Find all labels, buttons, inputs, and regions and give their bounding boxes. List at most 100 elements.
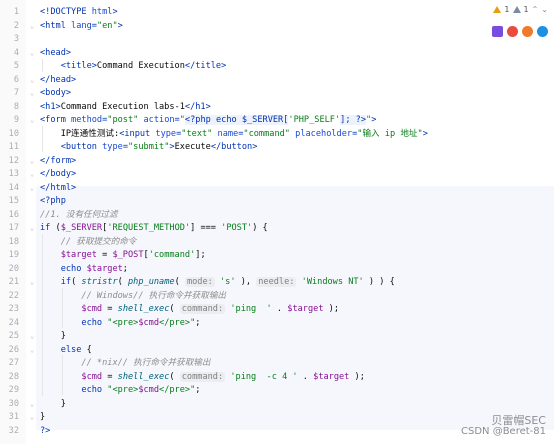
line-number: 5 bbox=[13, 61, 19, 71]
code-line[interactable]: 29 echo "<pre>$cmd</pre>"; bbox=[0, 384, 554, 398]
code-line[interactable]: 6 ⌄ </head> bbox=[0, 74, 554, 88]
code-token: method bbox=[71, 115, 103, 125]
code-token: else bbox=[60, 344, 82, 355]
code-line[interactable]: 18 // 获取提交的命令 bbox=[0, 236, 554, 250]
line-number: 13 bbox=[8, 169, 19, 179]
code-line[interactable]: 7 ⌄ <body> bbox=[0, 87, 554, 101]
fold-marker-icon[interactable]: ⌄ bbox=[30, 398, 34, 412]
line-number: 19 bbox=[8, 250, 19, 260]
fold-marker-icon[interactable]: ⌄ bbox=[30, 330, 34, 344]
code-token: } bbox=[40, 331, 66, 341]
fold-marker-icon[interactable]: ⌄ bbox=[30, 74, 34, 88]
code-line[interactable]: 13 ⌄ </body> bbox=[0, 168, 554, 182]
fold-marker-icon[interactable]: ⌄ bbox=[30, 276, 34, 290]
code-line[interactable]: 23 $cmd = shell_exec( command: 'ping ' .… bbox=[0, 303, 554, 317]
code-line[interactable]: 27 // *nix// 执行命令并获取输出 bbox=[0, 357, 554, 371]
code-text: } bbox=[40, 411, 45, 425]
code-text: </form> bbox=[40, 155, 76, 169]
code-token: <head> bbox=[40, 47, 72, 58]
code-text: if ($_SERVER['REQUEST_METHOD'] === 'POST… bbox=[40, 222, 268, 236]
code-token: command: bbox=[179, 371, 226, 382]
code-text: echo $target; bbox=[40, 263, 128, 277]
fold-marker-icon[interactable]: ⌄ bbox=[30, 168, 34, 182]
fold-marker-icon[interactable]: ⌄ bbox=[30, 222, 34, 236]
code-token: $cmd bbox=[81, 371, 103, 382]
code-token: ; bbox=[195, 385, 201, 395]
code-token: mode: bbox=[184, 277, 215, 287]
code-token: ?> bbox=[40, 425, 51, 436]
code-line[interactable]: 15 <?php bbox=[0, 195, 554, 209]
code-line[interactable]: 5 <title>Command Execution</title> bbox=[0, 60, 554, 74]
code-token: ; bbox=[195, 317, 201, 328]
code-line[interactable]: 11 <button type="submit">Execute</button… bbox=[0, 141, 554, 155]
code-line[interactable]: 1 <!DOCTYPE html> bbox=[0, 6, 554, 20]
line-number: 21 bbox=[8, 277, 19, 287]
fold-marker-icon[interactable]: ⌄ bbox=[30, 155, 34, 169]
line-number: 17 bbox=[8, 223, 19, 233]
code-line[interactable]: 4 ⌄ <head> bbox=[0, 47, 554, 61]
fold-marker-icon[interactable]: ⌄ bbox=[30, 47, 34, 61]
code-line[interactable]: 2 ⌄ <html lang="en"> bbox=[0, 20, 554, 34]
code-token: ( bbox=[117, 277, 128, 287]
fold-marker-icon[interactable]: ⌄ bbox=[30, 344, 34, 358]
code-text: IP连通性测试:<input type="text" name="command… bbox=[40, 128, 428, 142]
code-text: <h1>Command Execution labs-1</h1> bbox=[40, 101, 211, 115]
code-token: $target bbox=[287, 304, 324, 314]
fold-marker-icon[interactable]: ⌄ bbox=[30, 87, 34, 101]
code-token: shell_exec bbox=[117, 304, 170, 314]
code-line[interactable]: 19 $target = $_POST['command']; bbox=[0, 249, 554, 263]
indent-guide bbox=[42, 59, 43, 72]
code-token: </title> bbox=[184, 61, 227, 71]
code-token: "<pre> bbox=[107, 385, 139, 395]
code-line[interactable]: 9 ⌄ <form method="post" action="<?php echo… bbox=[0, 114, 554, 128]
fold-marker-icon[interactable]: ⌄ bbox=[30, 20, 34, 34]
line-number: 12 bbox=[8, 155, 19, 166]
code-line[interactable]: 10 IP连通性测试:<input type="text" name="comm… bbox=[0, 128, 554, 142]
code-line[interactable]: 16 //1. 没有任何过滤 bbox=[0, 209, 554, 223]
code-text: $cmd = shell_exec( command: 'ping -c 4 '… bbox=[40, 371, 365, 385]
code-line[interactable]: 3 bbox=[0, 33, 554, 47]
code-token: $target bbox=[86, 263, 123, 274]
code-text: $cmd = shell_exec( command: 'ping ' . $t… bbox=[40, 303, 339, 317]
code-token: </head> bbox=[40, 74, 77, 85]
code-line[interactable]: 28 $cmd = shell_exec( command: 'ping -c … bbox=[0, 371, 554, 385]
code-token: 'Windows NT' bbox=[301, 277, 364, 287]
code-line[interactable]: 26 ⌄ else { bbox=[0, 344, 554, 358]
code-token: echo bbox=[81, 385, 108, 395]
code-token: "command" bbox=[243, 128, 296, 139]
line-number: 4 bbox=[13, 47, 19, 58]
fold-marker-icon[interactable]: ⌄ bbox=[30, 182, 34, 196]
fold-marker-icon[interactable]: ⌄ bbox=[30, 411, 34, 425]
code-token: <!DOCTYPE bbox=[40, 7, 92, 17]
code-token: ]; ?> bbox=[340, 115, 367, 125]
code-token: </body> bbox=[40, 169, 77, 179]
code-line[interactable]: 12 ⌄ </form> bbox=[0, 155, 554, 169]
fold-marker-icon[interactable]: ⌄ bbox=[30, 114, 34, 128]
code-token: . bbox=[297, 371, 314, 382]
code-line[interactable]: 30 ⌄ } bbox=[0, 398, 554, 412]
code-text: // 获取提交的命令 bbox=[40, 236, 137, 250]
code-line[interactable]: 24 echo "<pre>$cmd</pre>"; bbox=[0, 317, 554, 331]
code-token: "en" bbox=[96, 20, 118, 31]
code-text: <!DOCTYPE html> bbox=[40, 6, 118, 20]
code-line[interactable]: 25 ⌄ } bbox=[0, 330, 554, 344]
code-token: <html bbox=[40, 20, 72, 31]
code-text: <body> bbox=[40, 87, 71, 101]
code-token: $target bbox=[313, 371, 350, 382]
code-line[interactable]: 17 ⌄ if ($_SERVER['REQUEST_METHOD'] === 'P… bbox=[0, 222, 554, 236]
code-line[interactable]: 14 ⌄ </html> bbox=[0, 182, 554, 196]
code-line[interactable]: 21 ⌄ if( stristr( php_uname( mode: 's' ),… bbox=[0, 276, 554, 290]
code-line[interactable]: 31 ⌄} bbox=[0, 411, 554, 425]
code-token: 'REQUEST_METHOD' bbox=[107, 223, 191, 233]
code-token: </h1> bbox=[184, 101, 211, 112]
code-token: name bbox=[217, 128, 239, 139]
code-token: > bbox=[371, 115, 377, 125]
code-line[interactable]: 8 <h1>Command Execution labs-1</h1> bbox=[0, 101, 554, 115]
code-token: <body> bbox=[40, 88, 72, 98]
code-text: </html> bbox=[40, 182, 76, 196]
code-line[interactable]: 22 // Windows// 执行命令并获取输出 bbox=[0, 290, 554, 304]
code-line[interactable]: 20 echo $target; bbox=[0, 263, 554, 277]
